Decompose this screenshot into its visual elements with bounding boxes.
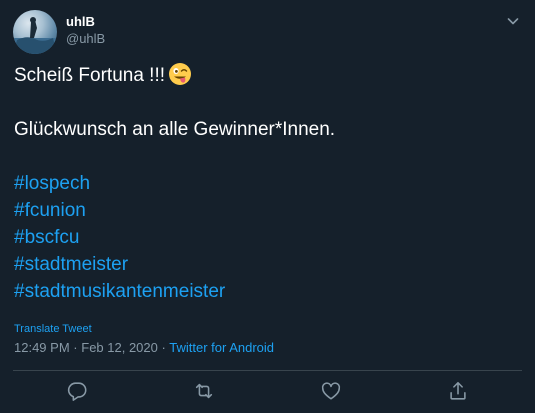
author-handle[interactable]: @uhlB bbox=[66, 30, 105, 48]
tweet: uhlB @uhlB Scheiß Fortuna !!! Glückwunsc… bbox=[0, 0, 535, 413]
hashtag-link[interactable]: #stadtmeister bbox=[14, 254, 128, 275]
tweet-actions bbox=[0, 380, 535, 404]
avatar[interactable] bbox=[13, 10, 57, 54]
hashtag-link[interactable]: #stadtmusikantenmeister bbox=[14, 281, 225, 302]
tweet-line-1-text: Scheiß Fortuna !!! bbox=[14, 65, 166, 86]
tweet-source-link[interactable]: Twitter for Android bbox=[169, 340, 274, 355]
tweet-line-2: Glückwunsch an alle Gewinner*Innen. bbox=[14, 119, 336, 140]
author-info: uhlB @uhlB bbox=[66, 14, 105, 48]
reply-icon[interactable] bbox=[66, 380, 88, 402]
tweet-meta: 12:49 PM · Feb 12, 2020 · Twitter for An… bbox=[14, 339, 274, 357]
meta-separator: · bbox=[161, 340, 166, 355]
tweet-line-1: Scheiß Fortuna !!! bbox=[14, 62, 514, 89]
chevron-down-icon[interactable] bbox=[507, 14, 519, 26]
hashtag-line: #stadtmeister bbox=[14, 251, 514, 278]
author-display-name[interactable]: uhlB bbox=[66, 14, 105, 30]
winking-face-with-tongue-icon bbox=[168, 62, 192, 86]
hashtag-link[interactable]: #bscfcu bbox=[14, 227, 79, 248]
tweet-text: Scheiß Fortuna !!! Glückwunsch an alle G… bbox=[14, 62, 514, 305]
hashtag-line: #bscfcu bbox=[14, 224, 514, 251]
hashtag-line: #fcunion bbox=[14, 197, 514, 224]
meta-separator: · bbox=[73, 340, 78, 355]
share-icon[interactable] bbox=[447, 380, 469, 402]
tweet-date[interactable]: Feb 12, 2020 bbox=[81, 340, 158, 355]
divider bbox=[13, 370, 522, 371]
retweet-icon[interactable] bbox=[193, 380, 215, 402]
translate-tweet-link[interactable]: Translate Tweet bbox=[14, 323, 92, 335]
tweet-header: uhlB @uhlB bbox=[13, 10, 525, 54]
hashtag-link[interactable]: #fcunion bbox=[14, 200, 86, 221]
hashtag-line: #lospech bbox=[14, 170, 514, 197]
hashtag-link[interactable]: #lospech bbox=[14, 173, 90, 194]
like-icon[interactable] bbox=[320, 380, 342, 402]
tweet-time[interactable]: 12:49 PM bbox=[14, 340, 70, 355]
hashtag-line: #stadtmusikantenmeister bbox=[14, 278, 514, 305]
